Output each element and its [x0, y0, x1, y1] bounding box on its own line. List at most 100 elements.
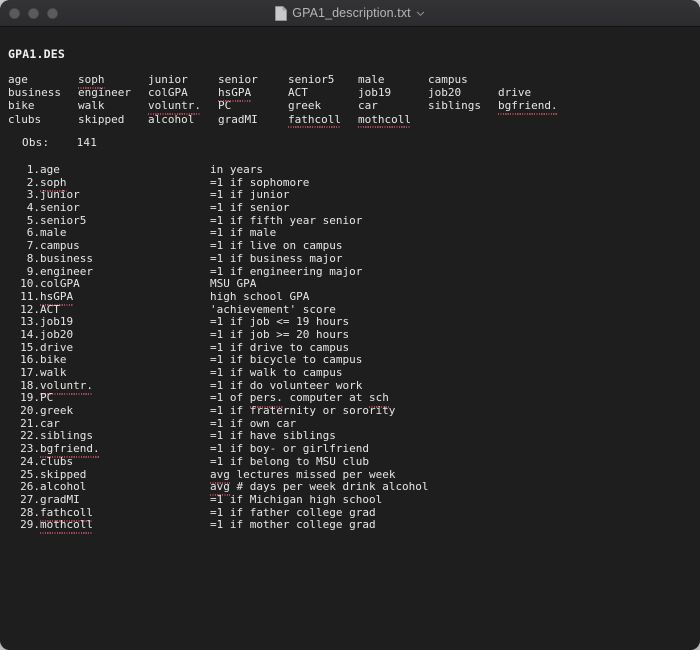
zoom-button[interactable] [47, 7, 58, 19]
banner-cell: junior [148, 73, 218, 86]
variable-name-text: senior [218, 73, 258, 86]
variable-name-text: business [8, 86, 61, 100]
variable-name-text: bike [8, 99, 35, 113]
variable-index: 24. [20, 454, 40, 468]
variable-description: high school GPA [210, 289, 310, 303]
banner-cell: job19 [358, 86, 428, 99]
variable-index: 27. [20, 492, 40, 506]
variable-index: 7. [26, 239, 40, 253]
variable-name-text: skipped [78, 112, 125, 126]
window-titlebar[interactable]: GPA1_description.txt [0, 0, 700, 27]
variable-name-text: junior [148, 73, 188, 86]
banner-cell: skipped [78, 113, 148, 126]
misspelled-word: soph [78, 73, 105, 89]
misspelled-word: hsGPA [40, 289, 74, 306]
banner-row: clubs skipped alcohol gradMI fathcoll mothcol… [8, 112, 568, 129]
banner-cell: gradMI [218, 113, 288, 126]
document-icon [275, 5, 288, 21]
variable-index: 10. [20, 277, 40, 291]
variable-index: 17. [20, 366, 40, 379]
variable-index: 26. [20, 480, 40, 494]
variable-name: colGPA [40, 277, 80, 291]
variable-index: 4. [26, 201, 40, 215]
banner-cell: siblings [428, 99, 498, 112]
banner-cell: bike [8, 99, 78, 112]
banner-cell: mothcoll [358, 112, 428, 129]
close-button[interactable] [9, 7, 20, 19]
variable-description: =1 if job >= 20 hours [210, 327, 350, 341]
variable-name: mothcoll [40, 518, 93, 535]
window-title-group: GPA1_description.txt [0, 0, 700, 26]
variable-name-text: colGPA [148, 86, 188, 100]
banner-cell: soph [78, 73, 148, 89]
chevron-down-icon[interactable] [416, 9, 425, 18]
variable-description: =1 if boy- or girlfriend [210, 442, 369, 456]
banner-cell: hsGPA [218, 86, 288, 103]
banner-cell: fathcoll [288, 112, 358, 129]
variable-description: =1 if business major [210, 251, 343, 265]
banner-cell: campus [428, 73, 498, 86]
variable-name: hsGPA [40, 289, 74, 306]
variable-name: business [40, 251, 93, 265]
variable-name: walk [40, 366, 67, 379]
banner-cell: greek [288, 99, 358, 112]
variable-name: bgfriend. [40, 442, 100, 458]
variable-name: campus [40, 239, 80, 253]
variable-description: avg # days per week drink alcohol [210, 480, 429, 497]
misspelled-word: bgfriend. [40, 442, 100, 458]
document-content[interactable]: GPA1.DES age soph junior senior senior5 male c… [0, 27, 700, 650]
variable-description: =1 if Michigan high school [210, 492, 383, 506]
misspelled-word: hsGPA [218, 86, 252, 103]
variable-description: =1 if fraternity or sorority [210, 404, 396, 418]
banner-cell: voluntr. [148, 99, 218, 116]
misspelled-word: bgfriend. [498, 99, 558, 116]
banner-cell: senior [218, 73, 288, 86]
banner-cell: male [358, 73, 428, 86]
variable-description: =1 if mother college grad [210, 518, 376, 532]
misspelled-word: voluntr. [148, 99, 201, 116]
variable-index: 8. [26, 251, 40, 265]
banner-cell: age [8, 73, 78, 86]
variable-name-banner: age soph junior senior senior5 male campus busi… [8, 73, 568, 129]
variable-name: alcohol [40, 480, 87, 494]
variable-name: clubs [40, 454, 74, 468]
variable-description: =1 if belong to MSU club [210, 454, 369, 468]
variable-index: 23. [20, 442, 40, 456]
misspelled-word: mothcoll [358, 112, 411, 129]
variable-index: 14. [20, 327, 40, 341]
variable-name-text: greek [288, 99, 322, 113]
variable-name-text: male [358, 73, 385, 86]
file-header: GPA1.DES [8, 47, 65, 61]
banner-cell: colGPA [148, 86, 218, 99]
banner-cell: bgfriend. [498, 99, 568, 116]
window-title: GPA1_description.txt [292, 6, 411, 20]
variable-name-text: age [8, 73, 28, 86]
variable-name-text: clubs [8, 112, 42, 126]
misspelled-word: avg [210, 480, 230, 497]
variable-name: gradMI [40, 492, 80, 506]
variable-name-text: campus [428, 73, 468, 86]
banner-cell: clubs [8, 113, 78, 126]
variable-index: 29. [20, 518, 40, 532]
variable-name-text: job20 [428, 86, 462, 100]
variable-description: =1 if walk to campus [210, 366, 343, 379]
variable-name: job20 [40, 327, 74, 341]
variable-description: =1 if senior [210, 201, 290, 215]
banner-cell: walk [78, 99, 148, 112]
variable-description: MSU GPA [210, 277, 257, 291]
variable-description: =1 if live on campus [210, 239, 343, 253]
banner-cell: senior5 [288, 73, 358, 86]
variable-name: senior [40, 201, 80, 215]
misspelled-word: fathcoll [288, 112, 341, 129]
variable-index: 11. [20, 289, 40, 303]
variable-name: age [40, 163, 60, 176]
variable-name-text: car [358, 99, 378, 113]
banner-cell: car [358, 99, 428, 112]
variable-name-text: walk [78, 99, 105, 113]
minimize-button[interactable] [28, 7, 39, 19]
banner-cell: drive [498, 86, 568, 99]
banner-cell: ACT [288, 86, 358, 99]
misspelled-word: mothcoll [40, 518, 93, 535]
text-editor-window: GPA1_description.txt GPA1.DES age soph jun… [0, 0, 700, 650]
variable-name-text: siblings [428, 99, 481, 113]
